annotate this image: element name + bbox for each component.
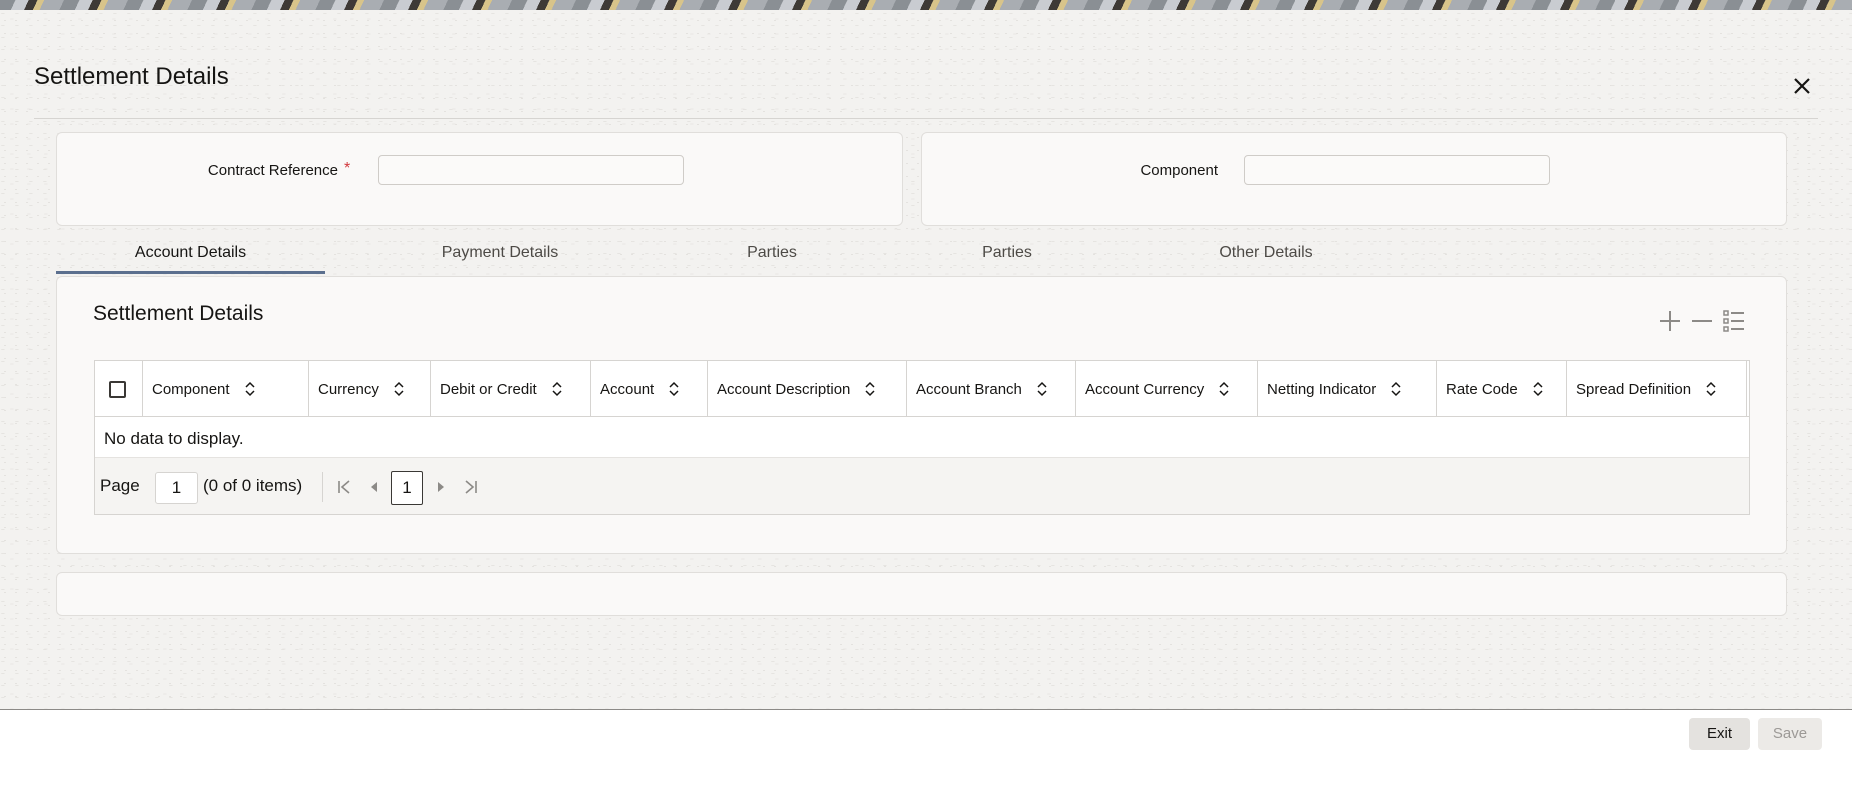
active-tab-indicator <box>56 271 325 274</box>
column-debit-or-credit[interactable]: Debit or Credit <box>431 361 591 417</box>
sort-icon[interactable] <box>668 381 680 397</box>
settlement-table: Component Currency Debit or Credit Accou… <box>94 360 1750 515</box>
next-page-icon[interactable] <box>432 478 450 496</box>
column-currency[interactable]: Currency <box>309 361 431 417</box>
column-component[interactable]: Component <box>143 361 309 417</box>
remove-icon[interactable] <box>1689 308 1715 334</box>
current-page-button[interactable]: 1 <box>391 471 423 505</box>
column-label: Netting Indicator <box>1267 380 1377 398</box>
column-label: Account <box>600 380 655 398</box>
tab-other-details[interactable]: Other Details <box>1166 244 1366 274</box>
footer-divider <box>0 709 1852 710</box>
required-marker: * <box>344 160 351 177</box>
dialog-title: Settlement Details <box>34 63 229 90</box>
first-page-icon[interactable] <box>335 478 353 496</box>
column-label: Debit or Credit <box>440 380 537 398</box>
contract-reference-input[interactable] <box>378 155 684 185</box>
column-account-currency[interactable]: Account Currency <box>1076 361 1258 417</box>
select-all-column <box>95 361 143 417</box>
last-page-icon[interactable] <box>462 478 480 496</box>
exit-button[interactable]: Exit <box>1689 718 1750 750</box>
sort-icon[interactable] <box>1218 381 1230 397</box>
sort-icon[interactable] <box>1532 381 1544 397</box>
column-account[interactable]: Account <box>591 361 708 417</box>
list-view-icon[interactable] <box>1721 308 1747 334</box>
column-label: Rate Code <box>1446 380 1518 398</box>
save-button[interactable]: Save <box>1758 718 1822 750</box>
sort-icon[interactable] <box>864 381 876 397</box>
component-input[interactable] <box>1244 155 1550 185</box>
column-rate-code[interactable]: Rate Code <box>1437 361 1567 417</box>
sort-icon[interactable] <box>1036 381 1048 397</box>
column-label: Account Branch <box>916 380 1022 398</box>
page-background <box>0 758 1852 808</box>
items-summary: (0 of 0 items) <box>203 476 303 495</box>
section-title: Settlement Details <box>93 302 264 325</box>
tab-payment-details[interactable]: Payment Details <box>400 244 600 274</box>
tab-parties-2[interactable]: Parties <box>925 244 1089 274</box>
sort-icon[interactable] <box>1390 381 1402 397</box>
page-label: Page <box>100 476 140 495</box>
sort-icon[interactable] <box>393 381 405 397</box>
tab-parties-1[interactable]: Parties <box>690 244 854 274</box>
column-label: Spread Definition <box>1576 380 1692 398</box>
contract-reference-label: Contract Reference <box>207 162 338 179</box>
sort-icon[interactable] <box>244 381 256 397</box>
page-number-input[interactable]: 1 <box>155 472 198 504</box>
add-icon[interactable] <box>1657 308 1683 334</box>
sort-icon[interactable] <box>551 381 563 397</box>
column-label: Component <box>152 380 230 398</box>
select-all-checkbox[interactable] <box>109 381 126 398</box>
top-banner <box>0 0 1852 10</box>
title-divider <box>34 118 1818 119</box>
column-spread-definition[interactable]: Spread Definition <box>1567 361 1747 417</box>
column-account-description[interactable]: Account Description <box>708 361 907 417</box>
previous-page-icon[interactable] <box>365 478 383 496</box>
component-label: Component <box>1140 162 1218 179</box>
column-netting-indicator[interactable]: Netting Indicator <box>1258 361 1437 417</box>
empty-table-message: No data to display. <box>104 429 244 448</box>
column-label: Account Currency <box>1085 380 1205 398</box>
additional-info-panel <box>56 572 1787 616</box>
sort-icon[interactable] <box>1705 381 1717 397</box>
table-header: Component Currency Debit or Credit Accou… <box>95 361 1749 417</box>
column-account-branch[interactable]: Account Branch <box>907 361 1076 417</box>
pagination-bar: Page 1 (0 of 0 items) 1 <box>95 457 1749 514</box>
column-label: Currency <box>318 380 379 398</box>
tab-account-details[interactable]: Account Details <box>56 244 325 274</box>
column-label: Account Description <box>717 380 851 398</box>
pager-divider <box>322 472 323 502</box>
close-icon[interactable] <box>1790 74 1814 98</box>
